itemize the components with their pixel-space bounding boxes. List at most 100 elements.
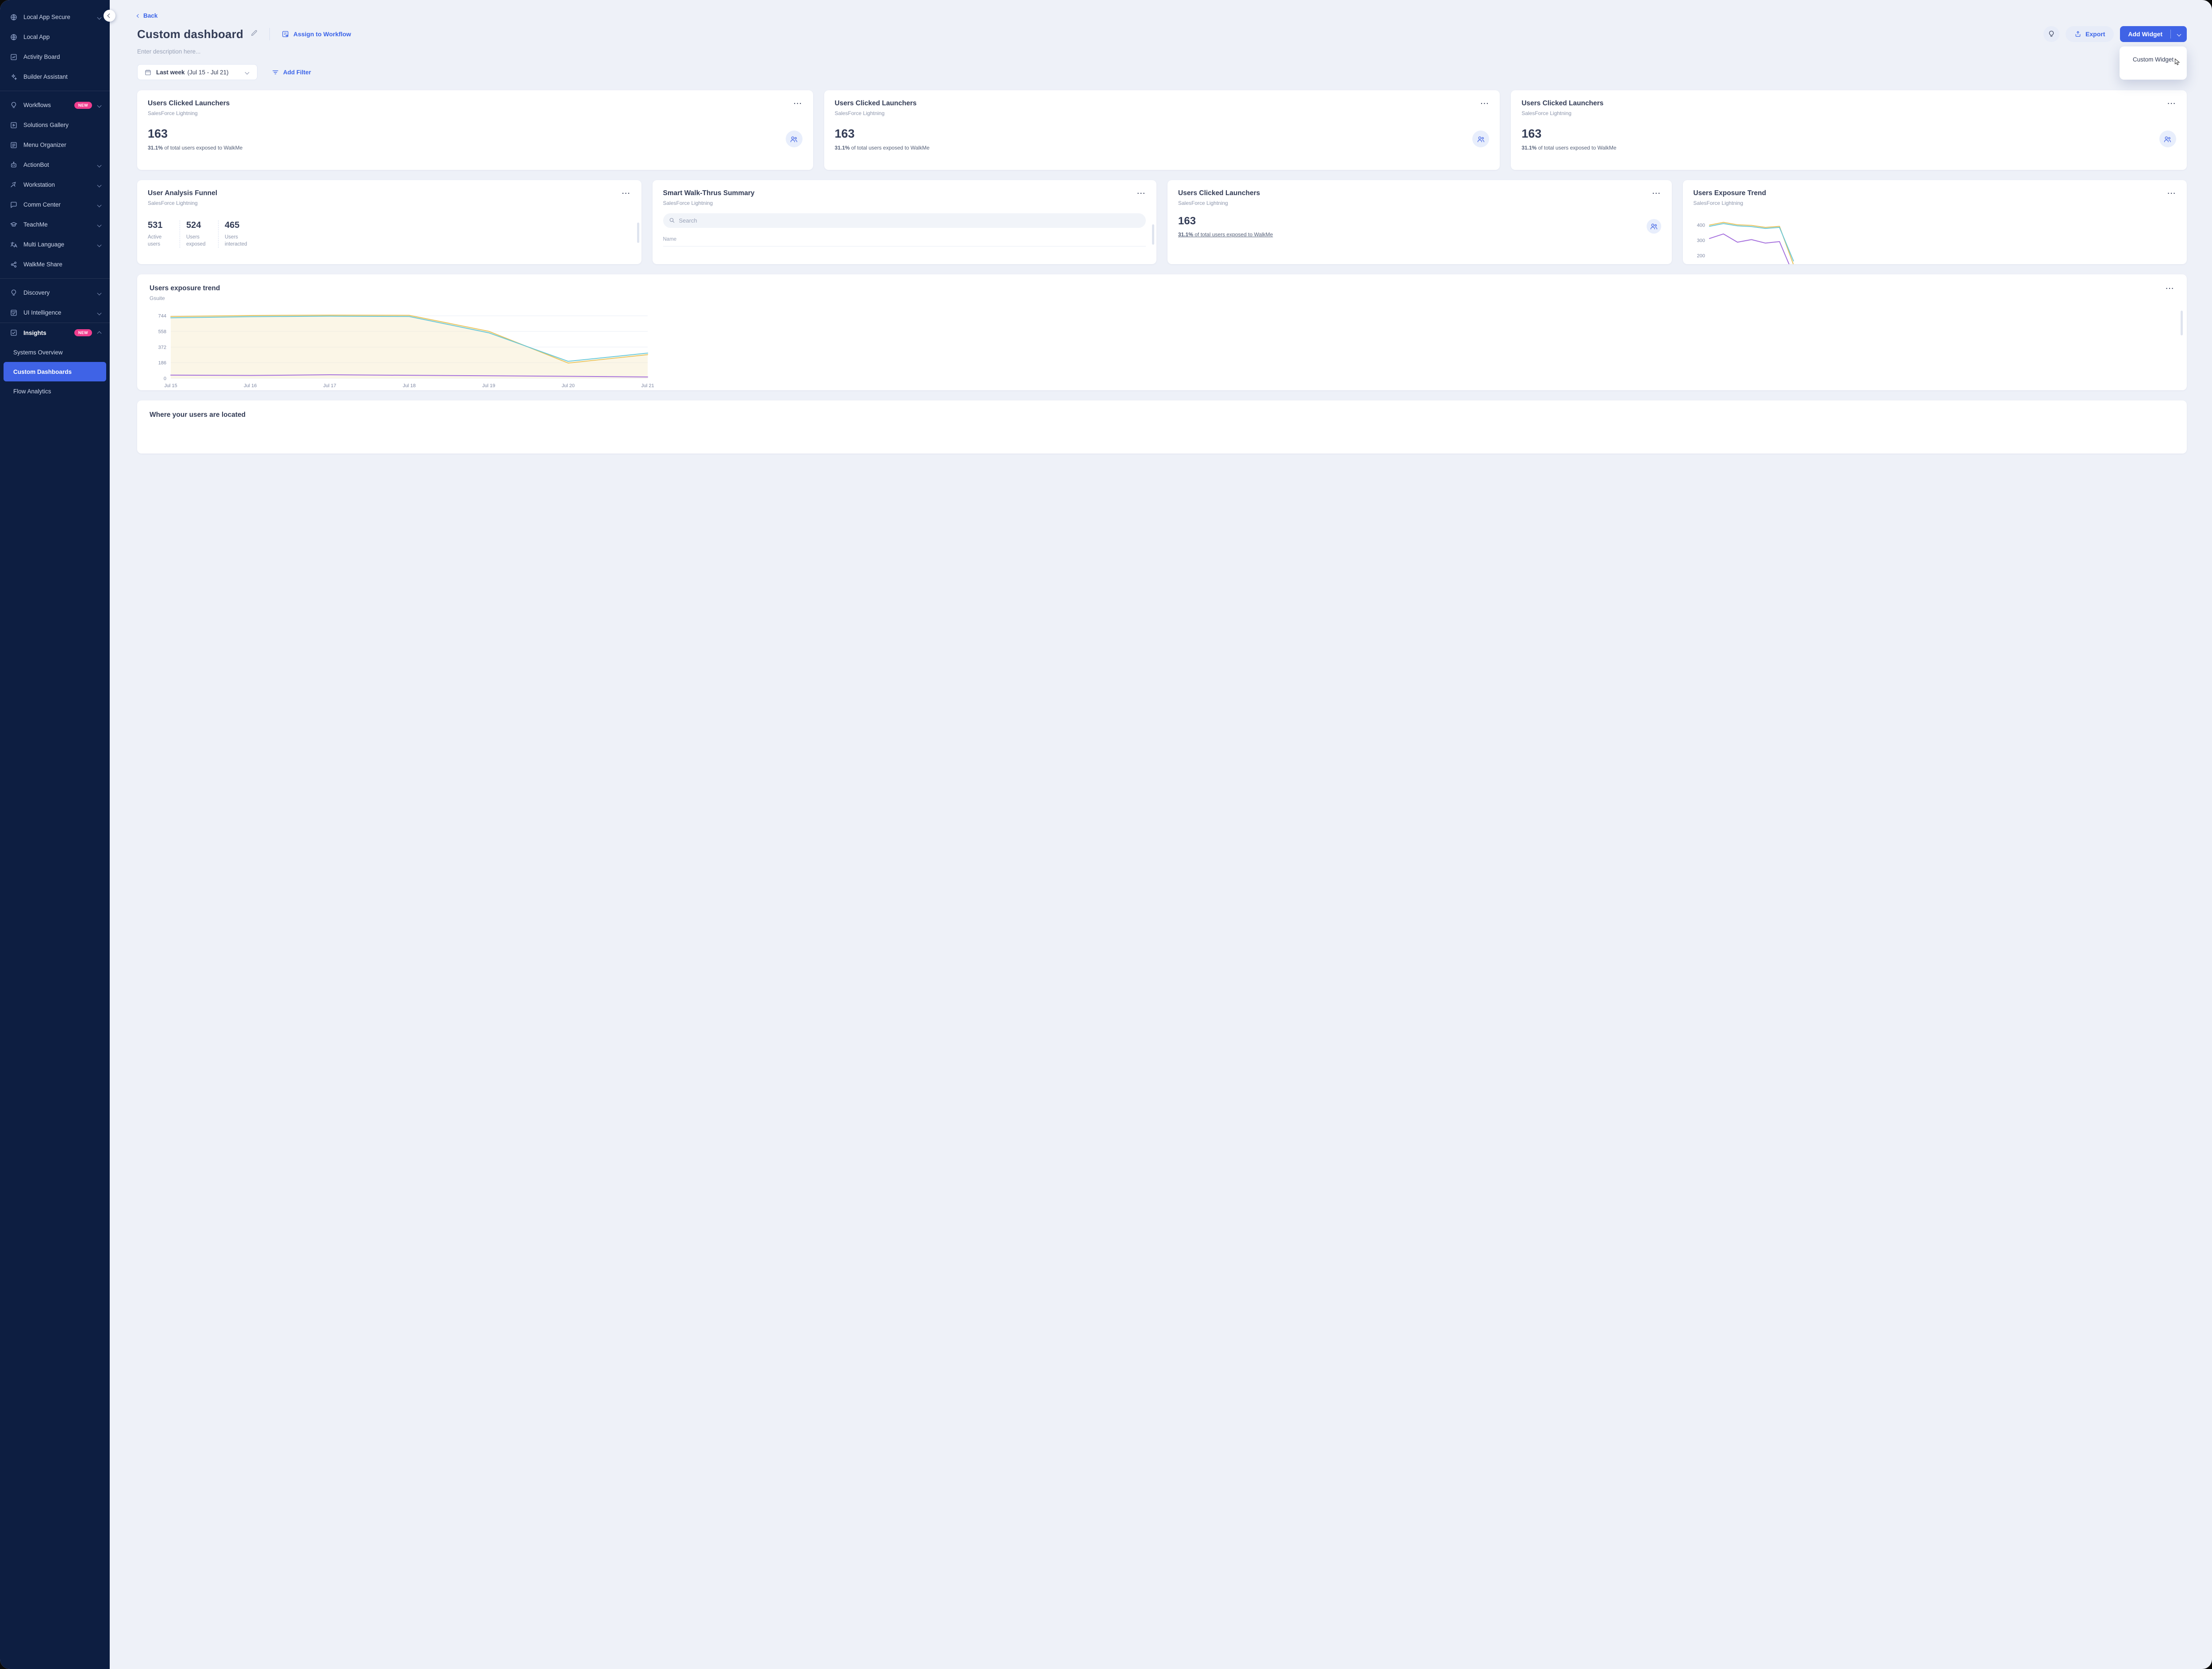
- widget-title: Smart Walk-Thrus Summary: [663, 189, 755, 197]
- chevron-down-icon: [98, 289, 101, 296]
- back-link[interactable]: Back: [137, 12, 157, 19]
- sidebar-item-walkme-share[interactable]: WalkMe Share: [0, 254, 110, 274]
- chevron-left-icon: [137, 14, 140, 17]
- date-range-picker[interactable]: Last week (Jul 15 - Jul 21): [137, 64, 257, 80]
- sidebar-item-builder-assistant[interactable]: Builder Assistant: [0, 67, 110, 87]
- globe-lock-icon: [10, 13, 18, 21]
- svg-text:744: 744: [158, 314, 166, 319]
- svg-text:Jul 20: Jul 20: [562, 383, 575, 388]
- sidebar-item-comm-center[interactable]: Comm Center: [0, 195, 110, 215]
- svg-text:300: 300: [1697, 238, 1705, 243]
- chevron-down-icon: [98, 221, 101, 228]
- cursor-pointer-icon: [2174, 58, 2181, 67]
- add-filter-label: Add Filter: [283, 69, 311, 76]
- svg-text:Jul 18: Jul 18: [403, 383, 415, 388]
- scrollbar[interactable]: [2181, 311, 2183, 335]
- widget-card-users-exposure-trend-mini: Users Exposure Trend SalesForce Lightnin…: [1683, 180, 2187, 264]
- dropdown-item-custom-widget[interactable]: Custom Widget: [2120, 51, 2187, 68]
- sidebar-item-actionbot[interactable]: ActionBot: [0, 155, 110, 175]
- chevron-down-icon: [98, 241, 101, 248]
- scrollbar[interactable]: [1152, 224, 1154, 245]
- workflow-icon: [281, 30, 289, 38]
- scrollbar[interactable]: [637, 223, 639, 243]
- sidebar-item-teachme[interactable]: TeachMe: [0, 215, 110, 235]
- search-input[interactable]: [663, 213, 1146, 228]
- ideas-button[interactable]: [2043, 26, 2059, 42]
- edit-title-icon[interactable]: [250, 29, 258, 39]
- widget-menu-button[interactable]: ···: [1481, 100, 1490, 108]
- widget-menu-button[interactable]: ···: [2167, 100, 2176, 108]
- chat-bubble-icon: [10, 201, 18, 209]
- widget-menu-button[interactable]: ···: [794, 100, 803, 108]
- widget-menu-button[interactable]: ···: [2168, 189, 2177, 198]
- lightbulb-icon: [10, 289, 18, 297]
- sidebar-item-workstation[interactable]: Workstation: [0, 175, 110, 195]
- export-icon: [2074, 31, 2081, 38]
- widget-subtitle: SalesForce Lightning: [1694, 200, 1767, 206]
- svg-text:200: 200: [1697, 254, 1705, 259]
- svg-text:Jul 19: Jul 19: [482, 383, 495, 388]
- users-icon: [1472, 131, 1489, 147]
- sidebar-item-label: UI Intelligence: [23, 309, 92, 316]
- sidebar-subitem-flow-analytics[interactable]: Flow Analytics: [0, 381, 110, 401]
- sidebar-item-multi-language[interactable]: Multi Language: [0, 235, 110, 254]
- users-icon: [1647, 219, 1661, 234]
- export-button[interactable]: Export: [2066, 26, 2114, 42]
- dashboard-description-field[interactable]: Enter description here...: [137, 48, 2187, 55]
- stat-value: 163: [1521, 127, 1616, 141]
- new-badge: NEW: [74, 102, 92, 109]
- exposure-trend-line-chart: 7445583721860Jul 15Jul 16Jul 17Jul 18Jul…: [150, 308, 654, 390]
- chevron-up-icon: [98, 330, 101, 336]
- translate-icon: [10, 241, 18, 249]
- sidebar-item-label: ActionBot: [23, 162, 92, 168]
- svg-text:186: 186: [158, 361, 166, 366]
- add-filter-button[interactable]: Add Filter: [272, 69, 311, 76]
- sidebar-item-ui-intelligence[interactable]: UI Intelligence: [0, 303, 110, 323]
- widget-menu-button[interactable]: ···: [2166, 285, 2175, 293]
- sidebar-item-workflows[interactable]: Workflows NEW: [0, 95, 110, 115]
- sidebar-subitem-custom-dashboards[interactable]: Custom Dashboards: [4, 362, 106, 381]
- sidebar-item-local-app-secure[interactable]: Local App Secure: [0, 7, 110, 27]
- widget-title: Users Clicked Launchers: [835, 100, 917, 108]
- add-widget-button[interactable]: Add Widget: [2120, 26, 2187, 42]
- widget-subtitle: SalesForce Lightning: [1178, 200, 1260, 206]
- search-icon: [668, 217, 676, 226]
- widget-card-users-clicked-launchers-2: Users Clicked Launchers SalesForce Light…: [824, 90, 1500, 170]
- new-badge: NEW: [74, 329, 92, 336]
- widget-card-user-analysis-funnel: User Analysis Funnel SalesForce Lightnin…: [137, 180, 641, 264]
- assign-to-workflow-link[interactable]: Assign to Workflow: [281, 30, 351, 38]
- sidebar-item-label: Activity Board: [23, 54, 103, 60]
- main-content: Back Custom dashboard Assign to Workflow…: [110, 0, 2212, 1669]
- sidebar-subitem-systems-overview[interactable]: Systems Overview: [0, 342, 110, 362]
- workstation-icon: [10, 181, 18, 189]
- widget-card-smart-walkthrus-summary: Smart Walk-Thrus Summary SalesForce Ligh…: [653, 180, 1157, 264]
- add-widget-caret-button[interactable]: [2171, 26, 2187, 42]
- sidebar-item-discovery[interactable]: Discovery: [0, 283, 110, 303]
- lightbulb-icon: [2047, 30, 2055, 38]
- widget-menu-button[interactable]: ···: [1137, 189, 1146, 198]
- chevron-down-icon: [98, 102, 101, 108]
- sidebar-item-activity-board[interactable]: Activity Board: [0, 47, 110, 67]
- globe-icon: [10, 33, 18, 41]
- users-icon: [2159, 131, 2176, 147]
- widget-subtitle: SalesForce Lightning: [835, 110, 917, 116]
- share-icon: [10, 261, 18, 269]
- chevron-down-icon: [2177, 32, 2181, 36]
- svg-text:Jul 15: Jul 15: [164, 383, 177, 388]
- sidebar-item-insights[interactable]: Insights NEW: [0, 323, 110, 342]
- widget-menu-button[interactable]: ···: [1652, 189, 1661, 198]
- widget-menu-button[interactable]: ···: [622, 189, 631, 198]
- sidebar-item-label: Solutions Gallery: [23, 122, 103, 128]
- sidebar-collapse-button[interactable]: [104, 10, 115, 22]
- widget-title: Users Exposure Trend: [1694, 189, 1767, 197]
- sidebar-item-solutions-gallery[interactable]: Solutions Gallery: [0, 115, 110, 135]
- widget-title: Users Clicked Launchers: [1178, 189, 1260, 197]
- chevron-down-icon: [98, 14, 101, 20]
- chevron-down-icon: [98, 181, 101, 188]
- sidebar-item-menu-organizer[interactable]: Menu Organizer: [0, 135, 110, 155]
- app-window: Local App Secure Local App Activity Boar…: [0, 0, 2212, 1669]
- sidebar-item-local-app[interactable]: Local App: [0, 27, 110, 47]
- graduation-cap-icon: [10, 221, 18, 229]
- funnel-stat-value: 524: [186, 220, 212, 231]
- sidebar-item-label: Discovery: [23, 289, 92, 296]
